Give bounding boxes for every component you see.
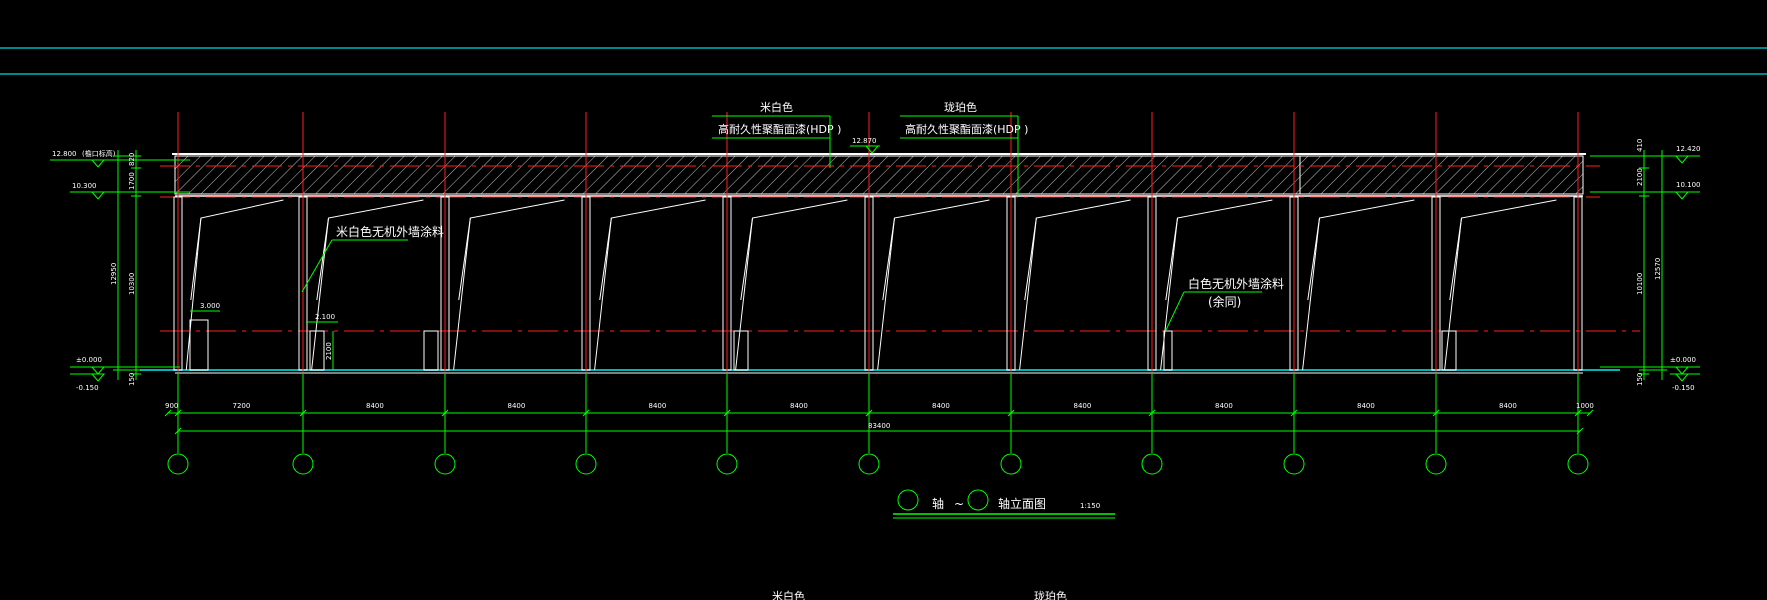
title-axis-word: 轴 <box>932 496 944 511</box>
axis-bubble <box>575 453 597 475</box>
block-a-level: 3.000 <box>200 302 220 310</box>
axis-bubble <box>1425 453 1447 475</box>
small-block-3 <box>423 330 439 371</box>
right-level-bottom: -0.150 <box>1672 384 1695 392</box>
right-level-ground: ±0.000 <box>1670 356 1696 364</box>
left-dim-1: 1700 <box>128 172 136 190</box>
columns-group <box>173 196 1583 371</box>
title-tilde: ~ <box>954 497 964 511</box>
left-dim-0: 820 <box>128 153 136 166</box>
parapet-band <box>174 155 1584 195</box>
left-dim-3: 150 <box>128 373 136 386</box>
door-panel <box>1444 199 1557 371</box>
axis-bubble <box>1141 453 1163 475</box>
door-edge <box>316 217 329 301</box>
door-edge <box>190 217 202 301</box>
bay-dim-label: 900 <box>165 402 178 410</box>
bottom-cut-right: 珑珀色 <box>1034 589 1067 600</box>
right-dim-1: 2100 <box>1636 168 1644 186</box>
small-block-6 <box>1441 330 1457 371</box>
bay-dim-label: 8400 <box>1357 402 1375 410</box>
elevation-drawing: 900 7200 8400 8400 8400 8400 8400 8400 8400 8400 8… <box>0 47 1767 600</box>
door-panel <box>1019 199 1131 371</box>
small-block-5 <box>1163 330 1173 371</box>
block-b-level: 2.100 <box>315 313 335 321</box>
door-edge <box>1024 217 1037 301</box>
axis-bubble <box>1567 453 1589 475</box>
callout-left-color: 米白色 <box>760 100 793 114</box>
axis-bubble <box>716 453 738 475</box>
bay-dim-label: 8400 <box>1074 402 1092 410</box>
door-edge <box>599 217 612 301</box>
bay-dim-label: 8400 <box>1215 402 1233 410</box>
bay-dim-label: 8400 <box>366 402 384 410</box>
left-level-ground: ±0.000 <box>76 356 102 364</box>
door-edge <box>1449 217 1462 301</box>
mid-top-level-marker <box>864 145 880 154</box>
door-panel <box>1302 199 1415 371</box>
mid-top-level: 12.870 <box>852 137 877 145</box>
left-vertical-dims: 820 1700 10300 150 12950 <box>110 150 141 386</box>
title-scale: 1:150 <box>1080 502 1100 510</box>
axis-bubble <box>1283 453 1305 475</box>
right-dim-3: 150 <box>1636 373 1644 386</box>
drawing-title: 轴 ~ 轴立面图 1:150 <box>893 489 1115 519</box>
door-edge <box>1307 217 1320 301</box>
axis-bubble <box>167 453 189 475</box>
block-b-dim-label: 2100 <box>325 342 333 360</box>
bay-dim-label: 7200 <box>233 402 251 410</box>
bay-dim-label: 8400 <box>1499 402 1517 410</box>
door-edge <box>458 217 471 301</box>
small-block-1 <box>189 319 209 371</box>
callout-right-material: 高耐久性聚酯面漆(HDP ) <box>905 122 1028 136</box>
callout-wall-right-2: (余同) <box>1208 294 1241 309</box>
door-panel <box>594 199 706 371</box>
door-panel <box>735 199 848 371</box>
left-level-beam: 10.300 <box>72 182 97 190</box>
bay-dim-label: 8400 <box>649 402 667 410</box>
axis-bubble <box>858 453 880 475</box>
door-edge <box>740 217 753 301</box>
axis-bubble <box>292 453 314 475</box>
left-level-bottom: -0.150 <box>76 384 99 392</box>
axis-bubble <box>434 453 456 475</box>
callout-wall-right-1: 白色无机外墙涂料 <box>1188 276 1284 291</box>
door-edge <box>1165 217 1178 301</box>
right-level-group: 12.420 10.100 ±0.000 -0.150 <box>1590 145 1701 392</box>
callout-wall-left: 米白色无机外墙涂料 <box>336 224 444 239</box>
axis-bubble <box>1000 453 1022 475</box>
door-edge <box>882 217 895 301</box>
left-dim-2: 10300 <box>128 273 136 295</box>
callout-right-color: 珑珀色 <box>944 100 977 114</box>
bay-dim-label: 8400 <box>790 402 808 410</box>
left-dim-total: 12950 <box>110 263 118 285</box>
right-dim-total: 12570 <box>1654 258 1662 280</box>
right-level-top: 12.420 <box>1676 145 1701 153</box>
door-panel <box>877 199 990 371</box>
door-panel <box>453 199 565 371</box>
right-dim-0: 410 <box>1636 139 1644 152</box>
left-level-top: 12.800 <box>52 150 77 158</box>
left-level-group: 12.800 (檐口标高) 10.300 ±0.000 -0.150 <box>50 149 190 392</box>
title-axis-bubble-2 <box>967 489 989 511</box>
title-axis-bubble-1 <box>897 489 919 511</box>
title-suffix: 轴立面图 <box>998 496 1046 511</box>
right-level-beam: 10.100 <box>1676 181 1701 189</box>
bay-dim-label: 8400 <box>508 402 526 410</box>
right-vertical-dims: 410 2100 10100 150 12570 <box>1636 139 1667 386</box>
overall-dim-label: 83400 <box>868 422 890 430</box>
callout-left-material: 高耐久性聚酯面漆(HDP ) <box>718 122 841 136</box>
left-level-top-note: (檐口标高) <box>82 149 116 158</box>
right-dim-2: 10100 <box>1636 273 1644 295</box>
bay-dim-label: 1000 <box>1576 402 1594 410</box>
bay-dim-label: 8400 <box>932 402 950 410</box>
door-panel <box>185 199 284 371</box>
bottom-cut-left: 米白色 <box>772 589 805 600</box>
